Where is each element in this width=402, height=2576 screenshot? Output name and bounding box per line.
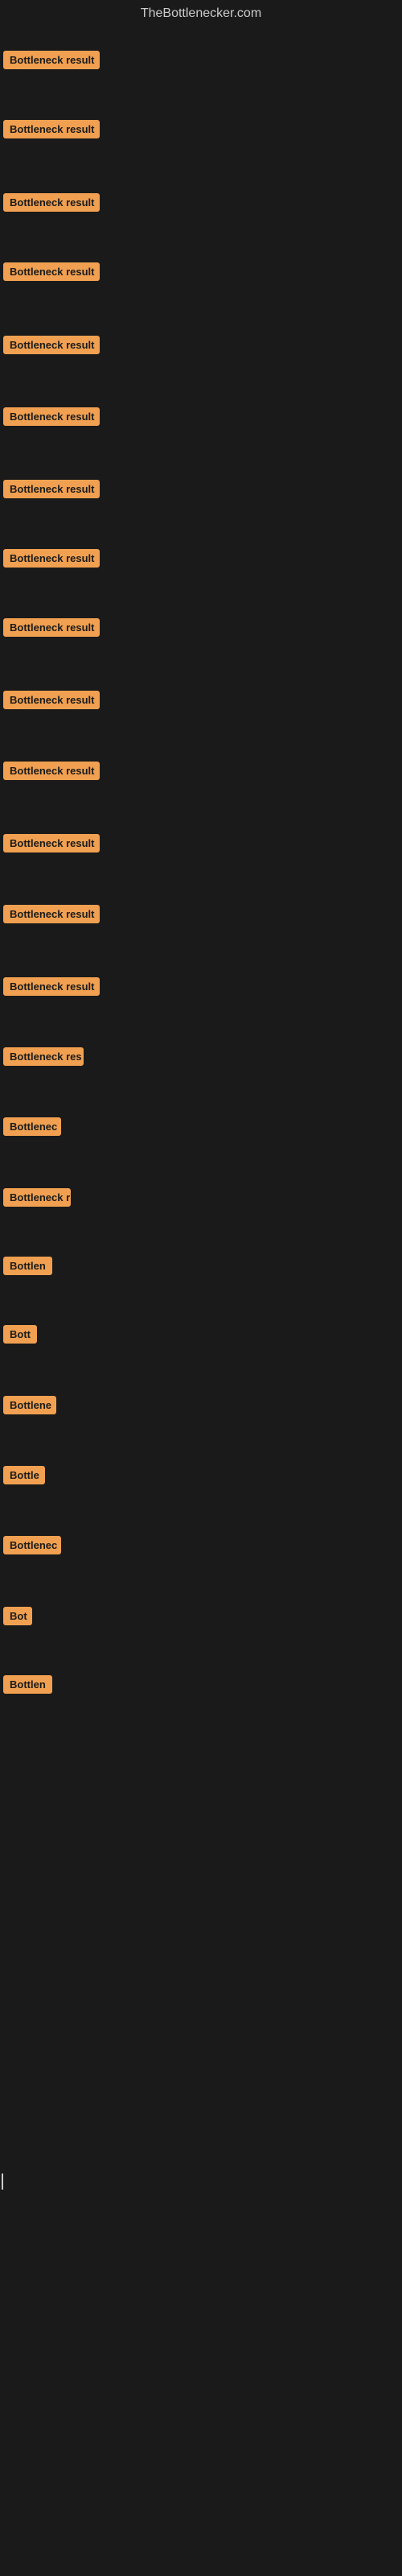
result-row: Bottlen: [3, 1257, 52, 1279]
text-cursor: [2, 2174, 3, 2190]
bottleneck-badge-8[interactable]: Bottleneck result: [3, 549, 100, 568]
bottleneck-badge-15[interactable]: Bottleneck res: [3, 1047, 84, 1066]
site-title: TheBottlenecker.com: [0, 0, 402, 24]
result-row: Bottleneck result: [3, 193, 100, 216]
result-row: Bottlene: [3, 1396, 56, 1418]
bottleneck-badge-9[interactable]: Bottleneck result: [3, 618, 100, 637]
result-row: Bot: [3, 1607, 32, 1629]
bottleneck-badge-1[interactable]: Bottleneck result: [3, 51, 100, 69]
result-row: Bott: [3, 1325, 37, 1348]
bottleneck-badge-13[interactable]: Bottleneck result: [3, 905, 100, 923]
bottleneck-badge-19[interactable]: Bott: [3, 1325, 37, 1344]
bottleneck-badge-22[interactable]: Bottlenec: [3, 1536, 61, 1554]
bottleneck-badge-16[interactable]: Bottlenec: [3, 1117, 61, 1136]
result-row: Bottleneck result: [3, 834, 100, 857]
bottleneck-badge-24[interactable]: Bottlen: [3, 1675, 52, 1694]
result-row: Bottleneck result: [3, 977, 100, 1000]
result-row: Bottlen: [3, 1675, 52, 1698]
result-row: Bottleneck res: [3, 1047, 84, 1070]
result-row: Bottlenec: [3, 1536, 61, 1558]
bottleneck-badge-20[interactable]: Bottlene: [3, 1396, 56, 1414]
result-row: Bottleneck result: [3, 480, 100, 502]
bottleneck-badge-11[interactable]: Bottleneck result: [3, 762, 100, 780]
result-row: Bottleneck result: [3, 407, 100, 430]
bottleneck-badge-18[interactable]: Bottlen: [3, 1257, 52, 1275]
result-row: Bottlenec: [3, 1117, 61, 1140]
bottleneck-badge-14[interactable]: Bottleneck result: [3, 977, 100, 996]
result-row: Bottleneck result: [3, 120, 100, 142]
result-row: Bottleneck result: [3, 51, 100, 73]
bottleneck-badge-21[interactable]: Bottle: [3, 1466, 45, 1484]
bottleneck-badge-23[interactable]: Bot: [3, 1607, 32, 1625]
result-row: Bottleneck r: [3, 1188, 71, 1211]
bottleneck-badge-6[interactable]: Bottleneck result: [3, 407, 100, 426]
result-row: Bottle: [3, 1466, 45, 1488]
result-row: Bottleneck result: [3, 905, 100, 927]
bottleneck-badge-4[interactable]: Bottleneck result: [3, 262, 100, 281]
bottleneck-badge-3[interactable]: Bottleneck result: [3, 193, 100, 212]
result-row: Bottleneck result: [3, 549, 100, 572]
result-row: Bottleneck result: [3, 262, 100, 285]
bottleneck-badge-12[interactable]: Bottleneck result: [3, 834, 100, 852]
result-row: Bottleneck result: [3, 618, 100, 641]
bottleneck-badge-17[interactable]: Bottleneck r: [3, 1188, 71, 1207]
result-row: Bottleneck result: [3, 762, 100, 784]
result-row: Bottleneck result: [3, 336, 100, 358]
bottleneck-badge-7[interactable]: Bottleneck result: [3, 480, 100, 498]
bottleneck-badge-5[interactable]: Bottleneck result: [3, 336, 100, 354]
result-row: Bottleneck result: [3, 691, 100, 713]
bottleneck-badge-10[interactable]: Bottleneck result: [3, 691, 100, 709]
bottleneck-badge-2[interactable]: Bottleneck result: [3, 120, 100, 138]
